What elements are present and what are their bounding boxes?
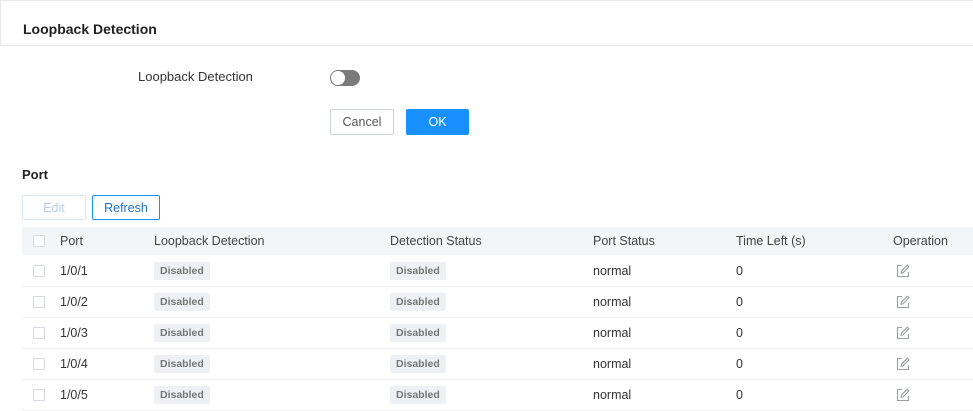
detection-status-cell: Disabled xyxy=(390,354,446,373)
row-checkbox[interactable] xyxy=(33,295,45,308)
ok-button[interactable]: OK xyxy=(406,109,469,135)
loopback-tag: Disabled xyxy=(154,354,210,373)
row-checkbox[interactable] xyxy=(33,264,45,277)
edit-icon[interactable] xyxy=(896,295,910,309)
loopback-cell: Disabled xyxy=(154,261,210,280)
detection-status-cell: Disabled xyxy=(390,385,446,404)
loopback-tag: Disabled xyxy=(154,292,210,311)
detection-status-cell: Disabled xyxy=(390,292,446,311)
row-checkbox[interactable] xyxy=(33,388,45,401)
table-row: 1/0/5 Disabled Disabled normal 0 xyxy=(22,379,973,411)
column-header-operation: Operation xyxy=(893,234,948,248)
edit-icon[interactable] xyxy=(896,357,910,371)
loopback-cell: Disabled xyxy=(154,385,210,404)
loopback-cell: Disabled xyxy=(154,354,210,373)
refresh-button[interactable]: Refresh xyxy=(92,195,160,220)
table-row: 1/0/2 Disabled Disabled normal 0 xyxy=(22,286,973,318)
time-left-cell: 0 xyxy=(736,294,743,309)
detection-status-cell: Disabled xyxy=(390,323,446,342)
port-section-title: Port xyxy=(22,167,48,182)
port-status-cell: normal xyxy=(593,356,632,371)
detection-status-tag: Disabled xyxy=(390,323,446,342)
port-cell: 1/0/4 xyxy=(60,356,88,371)
column-header-time-left: Time Left (s) xyxy=(736,234,806,248)
edit-icon[interactable] xyxy=(896,388,910,402)
select-all-checkbox[interactable] xyxy=(33,235,45,247)
table-row: 1/0/4 Disabled Disabled normal 0 xyxy=(22,348,973,380)
column-header-port: Port xyxy=(60,234,83,248)
detection-status-tag: Disabled xyxy=(390,354,446,373)
edit-icon[interactable] xyxy=(896,264,910,278)
row-checkbox[interactable] xyxy=(33,357,45,370)
port-status-cell: normal xyxy=(593,294,632,309)
time-left-cell: 0 xyxy=(736,356,743,371)
cancel-button[interactable]: Cancel xyxy=(330,109,394,135)
panel-header: Loopback Detection xyxy=(0,0,973,46)
loopback-tag: Disabled xyxy=(154,385,210,404)
time-left-cell: 0 xyxy=(736,387,743,402)
time-left-cell: 0 xyxy=(736,325,743,340)
column-header-detection-status: Detection Status xyxy=(390,234,482,248)
row-checkbox[interactable] xyxy=(33,326,45,339)
loopback-cell: Disabled xyxy=(154,323,210,342)
loopback-cell: Disabled xyxy=(154,292,210,311)
port-status-cell: normal xyxy=(593,325,632,340)
edit-button[interactable]: Edit xyxy=(22,195,86,220)
detection-status-cell: Disabled xyxy=(390,261,446,280)
port-cell: 1/0/3 xyxy=(60,325,88,340)
port-cell: 1/0/1 xyxy=(60,263,88,278)
loopback-tag: Disabled xyxy=(154,261,210,280)
edit-icon[interactable] xyxy=(896,326,910,340)
port-cell: 1/0/2 xyxy=(60,294,88,309)
port-status-cell: normal xyxy=(593,387,632,402)
panel-title: Loopback Detection xyxy=(23,21,157,37)
loopback-detection-label: Loopback Detection xyxy=(138,69,253,84)
loopback-detection-toggle[interactable] xyxy=(330,70,360,86)
table-row: 1/0/3 Disabled Disabled normal 0 xyxy=(22,317,973,349)
column-header-port-status: Port Status xyxy=(593,234,655,248)
detection-status-tag: Disabled xyxy=(390,385,446,404)
detection-status-tag: Disabled xyxy=(390,292,446,311)
column-header-loopback-detection: Loopback Detection xyxy=(154,234,265,248)
table-header: Port Loopback Detection Detection Status… xyxy=(22,227,973,255)
detection-status-tag: Disabled xyxy=(390,261,446,280)
toggle-knob xyxy=(331,71,345,85)
time-left-cell: 0 xyxy=(736,263,743,278)
port-cell: 1/0/5 xyxy=(60,387,88,402)
loopback-tag: Disabled xyxy=(154,323,210,342)
port-status-cell: normal xyxy=(593,263,632,278)
table-row: 1/0/1 Disabled Disabled normal 0 xyxy=(22,255,973,287)
